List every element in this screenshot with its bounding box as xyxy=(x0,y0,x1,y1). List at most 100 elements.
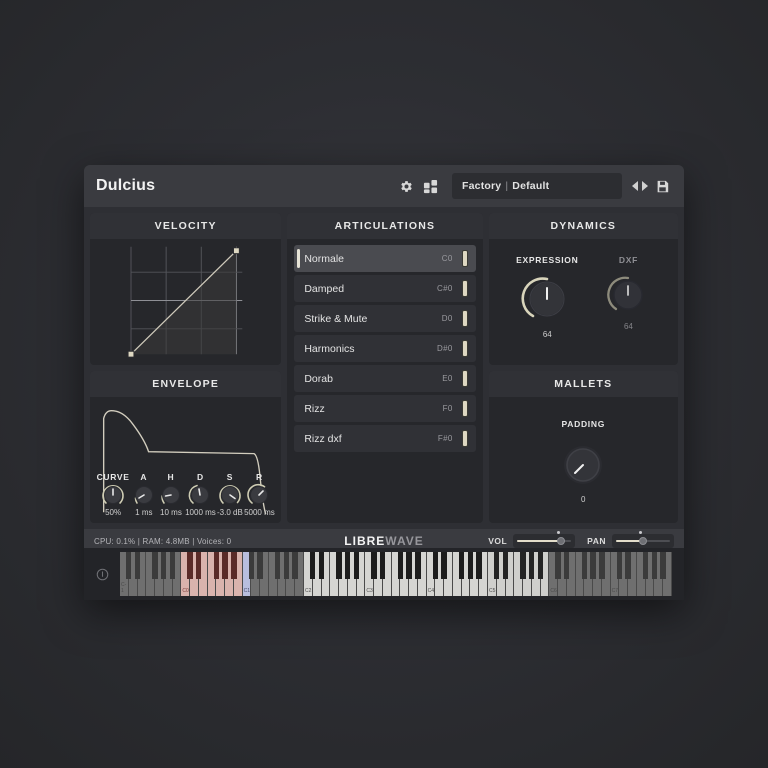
black-key[interactable] xyxy=(318,552,325,579)
articulation-row-rizz[interactable]: Rizz F0 xyxy=(294,395,476,422)
pan-slider-handle[interactable] xyxy=(639,537,647,545)
black-key[interactable] xyxy=(458,552,465,579)
knob-release[interactable]: R 5000 ms xyxy=(244,472,275,517)
articulation-range-bar[interactable] xyxy=(461,340,468,357)
knob-sustain-dial[interactable] xyxy=(217,482,243,508)
preset-selector[interactable]: Factory | Default xyxy=(452,173,622,199)
black-key[interactable] xyxy=(134,552,141,579)
black-key[interactable] xyxy=(529,552,535,579)
black-key[interactable] xyxy=(371,552,377,579)
black-key[interactable] xyxy=(152,552,158,579)
black-key[interactable] xyxy=(651,552,658,579)
black-key[interactable] xyxy=(467,552,474,579)
black-key[interactable] xyxy=(309,552,316,579)
articulation-range-bar[interactable] xyxy=(461,430,468,447)
articulation-row-normale[interactable]: Normale C0 xyxy=(294,245,476,272)
knob-expression[interactable]: EXPRESSION 64 xyxy=(516,255,578,339)
velocity-graph-area[interactable] xyxy=(90,239,281,365)
save-icon[interactable] xyxy=(653,177,671,195)
black-key[interactable] xyxy=(196,552,202,579)
black-key[interactable] xyxy=(564,552,570,579)
black-key[interactable] xyxy=(257,552,263,579)
black-key[interactable] xyxy=(161,552,167,579)
black-key[interactable] xyxy=(213,552,219,579)
articulation-name: Rizz dxf xyxy=(304,432,342,445)
gear-icon[interactable] xyxy=(397,177,415,195)
black-key[interactable] xyxy=(125,552,132,579)
black-key[interactable] xyxy=(476,552,482,579)
black-key[interactable] xyxy=(187,552,193,579)
articulation-range-bar[interactable] xyxy=(461,250,468,267)
knob-hold[interactable]: H 10 ms xyxy=(158,472,184,517)
black-key[interactable] xyxy=(660,552,666,579)
knob-decay[interactable]: D 1000 ms xyxy=(185,472,216,517)
dynamics-panel-title: DYNAMICS xyxy=(488,213,678,239)
volume-slider[interactable] xyxy=(513,531,576,548)
right-column: DYNAMICS EXPRESSION 64 DXF 64 MALLETS PA… xyxy=(488,213,678,523)
black-key[interactable] xyxy=(415,552,421,579)
knob-dxf[interactable]: DXF 64 xyxy=(606,255,650,339)
knob-dxf-dial[interactable] xyxy=(606,273,650,317)
knob-padding-value: 0 xyxy=(581,495,586,504)
black-key[interactable] xyxy=(222,552,228,579)
articulation-row-damped[interactable]: Damped C#0 xyxy=(294,275,476,302)
black-key[interactable] xyxy=(231,552,237,579)
knob-decay-dial[interactable] xyxy=(187,482,213,508)
volume-control: VOL xyxy=(488,531,576,548)
knob-curve-dial[interactable] xyxy=(100,482,126,508)
black-key[interactable] xyxy=(537,552,544,579)
black-key[interactable] xyxy=(520,552,526,579)
articulation-row-harmonics[interactable]: Harmonics D#0 xyxy=(294,335,476,362)
articulation-range-bar[interactable] xyxy=(461,310,468,327)
knob-attack-dial[interactable] xyxy=(131,482,157,508)
black-key[interactable] xyxy=(625,552,631,579)
velocity-curve-graph[interactable] xyxy=(90,239,281,362)
knob-release-dial[interactable] xyxy=(246,482,272,508)
black-key[interactable] xyxy=(406,552,412,579)
volume-slider-tick xyxy=(557,531,561,534)
black-key[interactable] xyxy=(292,552,298,579)
black-key[interactable] xyxy=(616,552,623,579)
black-key[interactable] xyxy=(599,552,605,579)
articulation-range-bar[interactable] xyxy=(461,400,468,417)
midi-keyboard[interactable]: C-1 C0 C1 C2 C3 C4 C5 C6 C7 xyxy=(120,552,672,596)
next-preset-icon[interactable] xyxy=(642,181,648,191)
black-key[interactable] xyxy=(248,552,255,579)
black-key[interactable] xyxy=(642,552,649,579)
black-key[interactable] xyxy=(502,552,509,579)
key-label: C6 xyxy=(550,588,557,594)
knob-expression-dial[interactable] xyxy=(521,273,573,325)
knob-curve[interactable]: CURVE 50% xyxy=(97,472,130,517)
knob-attack[interactable]: A 1 ms xyxy=(131,472,157,517)
articulation-row-rizz-dxf[interactable]: Rizz dxf F#0 xyxy=(294,425,476,452)
articulation-row-strike-mute[interactable]: Strike & Mute D0 xyxy=(294,305,476,332)
black-key[interactable] xyxy=(397,552,403,579)
black-key[interactable] xyxy=(441,552,447,579)
black-key[interactable] xyxy=(353,552,360,579)
logo-libre: LIBRE xyxy=(344,534,386,548)
black-key[interactable] xyxy=(555,552,561,579)
articulation-range-bar[interactable] xyxy=(461,370,468,387)
black-key[interactable] xyxy=(493,552,500,579)
black-key[interactable] xyxy=(283,552,290,579)
black-key[interactable] xyxy=(432,552,439,579)
knob-padding-dial[interactable] xyxy=(557,439,609,491)
knob-padding[interactable]: PADDING 0 xyxy=(557,419,609,504)
info-icon[interactable] xyxy=(84,567,120,582)
prev-preset-icon[interactable] xyxy=(632,181,638,191)
black-key[interactable] xyxy=(581,552,587,579)
articulation-row-dorab[interactable]: Dorab E0 xyxy=(294,365,476,392)
black-key[interactable] xyxy=(380,552,386,579)
black-key[interactable] xyxy=(336,552,342,579)
black-key[interactable] xyxy=(274,552,281,579)
grid-icon[interactable] xyxy=(421,177,439,195)
black-key[interactable] xyxy=(345,552,351,579)
articulation-range-bar[interactable] xyxy=(461,280,468,297)
knob-hold-dial[interactable] xyxy=(158,482,184,508)
black-key[interactable] xyxy=(590,552,596,579)
knob-sustain[interactable]: S -3.0 dB xyxy=(217,472,243,517)
black-key[interactable] xyxy=(169,552,176,579)
envelope-graph-area[interactable]: CURVE 50% A 1 ms H 10 ms D 1000 ms S -3.… xyxy=(90,397,281,523)
pan-slider[interactable] xyxy=(612,531,674,548)
volume-slider-handle[interactable] xyxy=(557,537,566,545)
